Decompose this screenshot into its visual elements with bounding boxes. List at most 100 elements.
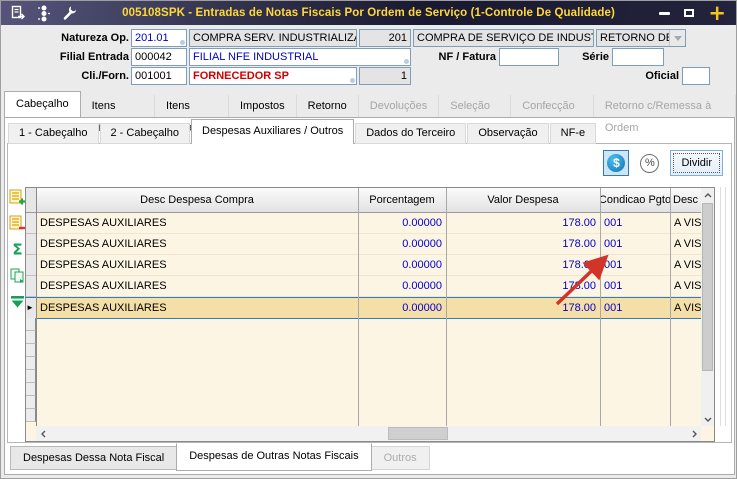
cell-condicao[interactable]: 001 [600, 298, 670, 318]
tab-outros: Outros [370, 446, 430, 470]
tab-itens-fiscais[interactable]: Itens Fiscais [155, 95, 229, 134]
tipo-operacao-value: RETORNO DE MERCAD [600, 32, 669, 44]
serie-label: Série [582, 51, 609, 63]
cell-cond-desc[interactable]: A VISTA [670, 213, 701, 234]
tab-2-cabecalho[interactable]: 2 - Cabeçalho [99, 123, 190, 144]
tab-confeccao-os: Confecção OS [511, 95, 594, 134]
delete-row-icon[interactable] [9, 215, 26, 232]
tipo-operacao-combo[interactable]: RETORNO DE MERCAD [596, 29, 686, 47]
copy-rows-icon[interactable] [9, 267, 26, 284]
cell-condicao[interactable]: 001 [600, 255, 670, 276]
maximize-button[interactable] [684, 9, 695, 17]
app-window: 005108SPK - Entradas de Notas Fiscais Po… [0, 0, 737, 479]
chevron-down-icon[interactable] [669, 30, 685, 46]
tab-selecao-os: Seleção OS [439, 95, 512, 134]
vertical-scroll-thumb[interactable] [702, 203, 713, 371]
cell-cond-desc[interactable]: A VISTA [670, 234, 701, 255]
tab-despesas-dessa-nf[interactable]: Despesas Dessa Nota Fiscal [10, 446, 178, 470]
grid-corner-cell [26, 188, 36, 212]
cli-forn-label: Cli./Forn. [81, 70, 129, 82]
fornecedor-desc-field: FORNECEDOR SP [189, 67, 357, 85]
cell-cond-desc[interactable]: A VISTA [670, 276, 701, 297]
cell-porcentagem[interactable]: 0.00000 [358, 255, 446, 276]
titlebar: 005108SPK - Entradas de Notas Fiscais Po… [1, 1, 736, 25]
tab-cabecalho[interactable]: Cabeçalho [4, 91, 81, 117]
oficial-label: Oficial [645, 70, 679, 82]
cell-desc[interactable]: DESPESAS AUXILIARES [36, 234, 358, 255]
col-desc-cond: Desc C [673, 194, 701, 206]
cell-condicao[interactable]: 001 [600, 276, 670, 297]
col-condicao-pgto: Condicao Pgto [600, 194, 670, 206]
oficial-input[interactable] [682, 67, 710, 85]
close-button[interactable]: + [708, 3, 726, 24]
horizontal-scroll-thumb[interactable] [388, 427, 448, 440]
natureza-label: Natureza Op. [61, 32, 129, 44]
serie-input[interactable] [612, 48, 664, 66]
cell-valor[interactable]: 178.00 [446, 234, 600, 255]
tab-itens-fisicos[interactable]: Itens Físicos [81, 95, 156, 134]
cell-desc[interactable]: DESPESAS AUXILIARES [36, 213, 358, 234]
grid-toolbar: Σ [9, 189, 26, 310]
tab-despesas-auxiliares[interactable]: Despesas Auxiliares / Outros [191, 119, 355, 144]
row-marker: ► [26, 298, 36, 318]
empty-row-headers [26, 318, 36, 422]
tab-nfe[interactable]: NF-e [549, 123, 597, 144]
cell-porcentagem[interactable]: 0.00000 [358, 276, 446, 297]
fornecedor-code-field[interactable]: 001001 [131, 67, 187, 85]
natureza-code-field[interactable]: 201.01 [131, 29, 187, 47]
minimize-button[interactable] [659, 11, 671, 15]
cell-porcentagem[interactable]: 0.00000 [358, 298, 446, 318]
cell-condicao[interactable]: 001 [600, 213, 670, 234]
natureza-group-desc-field: COMPRA DE SERVIÇO DE INDUSTRIAL [413, 29, 594, 47]
cell-condicao[interactable]: 001 [600, 234, 670, 255]
dividir-button[interactable]: Dividir [670, 150, 723, 176]
vertical-scrollbar[interactable] [701, 188, 714, 426]
cell-porcentagem[interactable]: 0.00000 [358, 234, 446, 255]
add-row-icon[interactable] [9, 189, 26, 206]
despesas-toolbar: $ % Dividir [603, 150, 723, 176]
panel-splitter [720, 187, 726, 426]
scroll-up-icon[interactable] [701, 188, 714, 202]
cell-valor[interactable]: 178.00 [446, 213, 600, 234]
cell-valor[interactable]: 178.00 [446, 255, 600, 276]
filial-label: Filial Entrada [59, 51, 129, 63]
loja-field: 1 [359, 67, 411, 85]
tab-retorno[interactable]: Retorno [297, 95, 359, 117]
nf-fatura-input[interactable] [499, 48, 559, 66]
cell-desc[interactable]: DESPESAS AUXILIARES [36, 255, 358, 276]
tab-observacao[interactable]: Observação [467, 123, 549, 144]
filial-code-field[interactable]: 000042 [131, 48, 187, 66]
cabecalho-page: 1 - Cabeçalho 2 - Cabeçalho Despesas Aux… [4, 117, 735, 475]
svg-text:Σ: Σ [12, 241, 22, 258]
cell-desc[interactable]: DESPESAS AUXILIARES [36, 298, 358, 318]
money-mode-button[interactable]: $ [603, 150, 630, 176]
percent-icon: % [645, 157, 655, 169]
dollar-icon: $ [607, 154, 626, 172]
tab-dados-terceiro[interactable]: Dados do Terceiro [355, 123, 467, 144]
scroll-left-icon[interactable] [36, 426, 50, 441]
tab-devolucoes: Devoluções [359, 95, 440, 117]
tab-despesas-outras-nf[interactable]: Despesas de Outras Notas Fiscais [176, 443, 372, 471]
tab-impostos[interactable]: Impostos [229, 95, 297, 117]
cell-cond-desc[interactable]: A VISTA [670, 298, 701, 318]
natureza-group-code-field: 201 [359, 29, 411, 47]
despesas-grid: Desc Despesa Compra Porcentagem Valor De… [25, 187, 715, 442]
cell-desc[interactable]: DESPESAS AUXILIARES [36, 276, 358, 297]
cell-valor[interactable]: 178.00 [446, 298, 600, 318]
cell-porcentagem[interactable]: 0.00000 [358, 213, 446, 234]
tab-1-cabecalho[interactable]: 1 - Cabeçalho [8, 123, 99, 144]
horizontal-scrollbar[interactable] [36, 426, 701, 441]
header-form: Natureza Op. 201.01 COMPRA SERV. INDUSTR… [1, 25, 736, 93]
scroll-right-icon[interactable] [687, 426, 701, 441]
cell-valor[interactable]: 178.00 [446, 276, 600, 297]
percent-mode-button[interactable]: % [640, 153, 660, 173]
traffic-light-icon[interactable] [37, 5, 51, 22]
scroll-down-icon[interactable] [701, 412, 714, 426]
cell-cond-desc[interactable]: A VISTA [670, 255, 701, 276]
sub-tab-strip: 1 - Cabeçalho 2 - Cabeçalho Despesas Aux… [8, 119, 597, 144]
sum-icon[interactable]: Σ [9, 241, 26, 258]
dividir-button-label: Dividir [681, 157, 712, 169]
wrench-icon[interactable] [62, 5, 78, 21]
document-icon[interactable] [10, 5, 26, 21]
go-to-last-icon[interactable] [9, 293, 26, 310]
